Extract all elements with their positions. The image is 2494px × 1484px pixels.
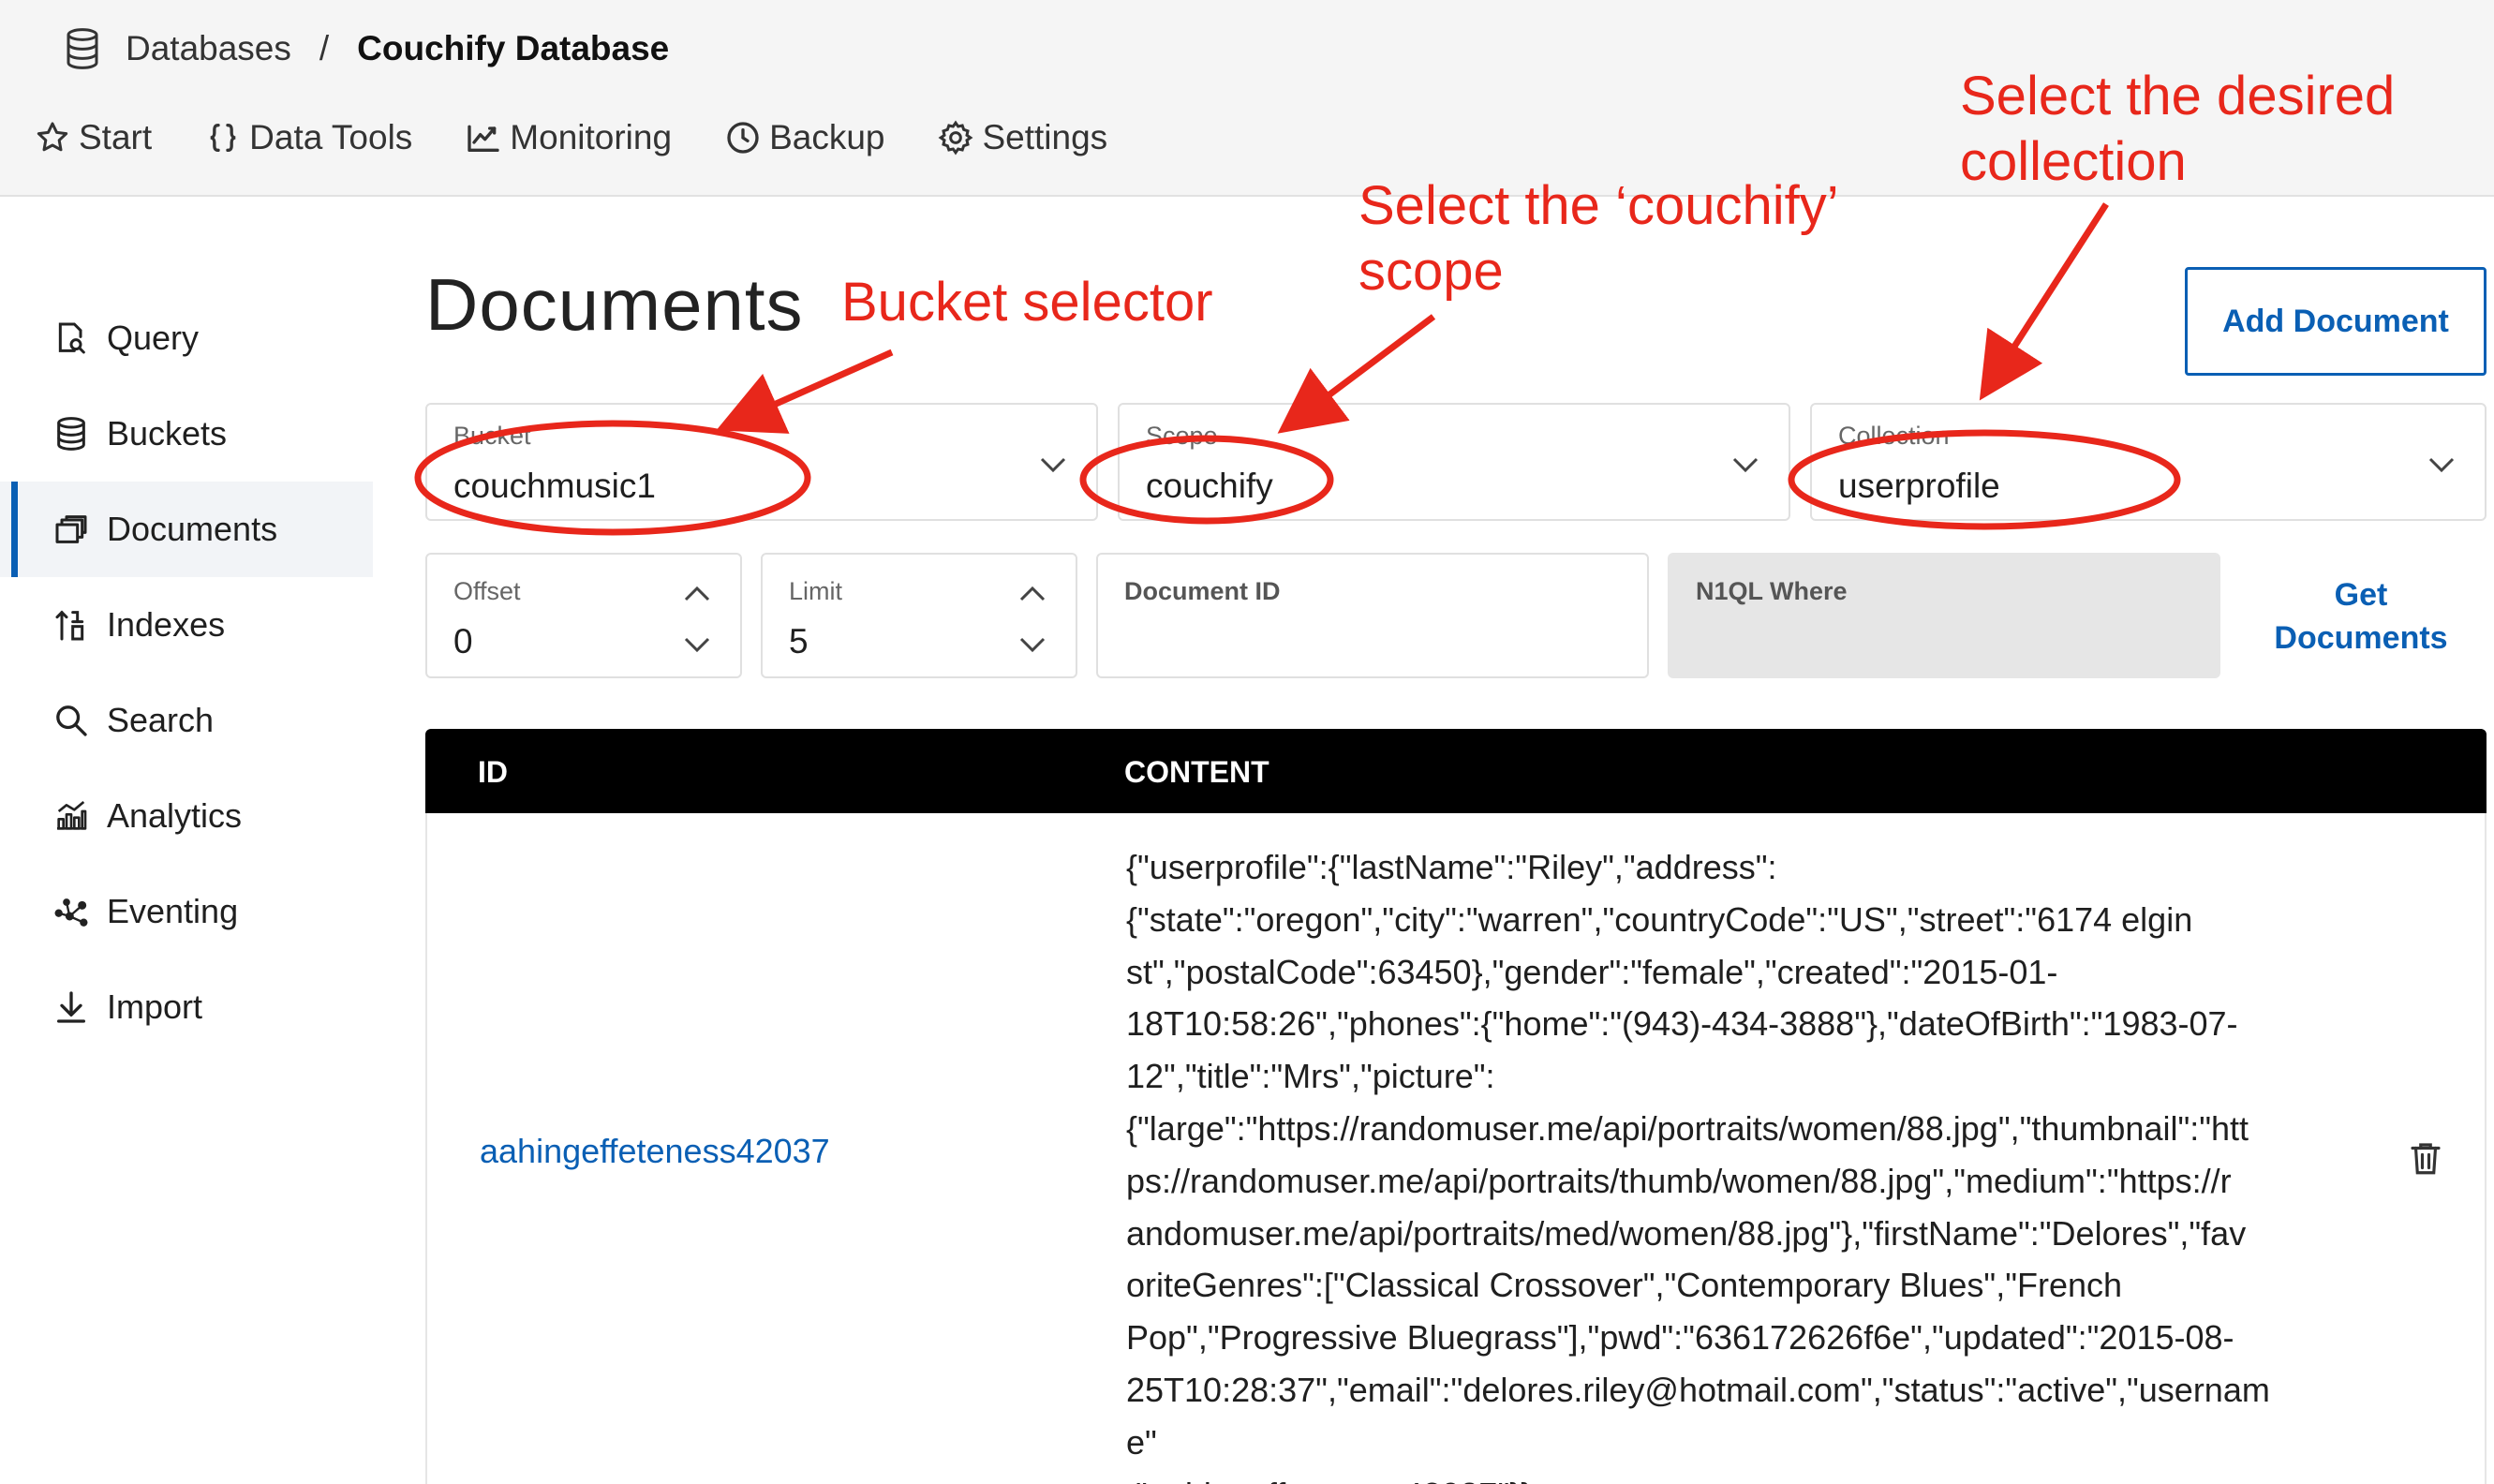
content-line: {"userprofile":{"lastName":"Riley","addr… xyxy=(1126,848,1777,886)
sort-index-icon xyxy=(55,610,84,641)
breadcrumb-databases[interactable]: Databases xyxy=(126,29,291,68)
tab-start-label: Start xyxy=(79,118,153,156)
search-icon xyxy=(56,705,87,736)
tab-settings-label: Settings xyxy=(982,118,1108,156)
breadcrumb-separator: / xyxy=(319,29,330,67)
annotation-collection: Select the desired collection xyxy=(1960,66,2396,192)
sidebar-item-label: Buckets xyxy=(107,414,228,453)
content-line: ps://randomuser.me/api/portraits/thumb/w… xyxy=(1126,1161,2232,1200)
limit-stepper[interactable]: Limit 5 xyxy=(761,553,1077,678)
n1ql-where-label: N1QL Where xyxy=(1696,577,1848,605)
offset-stepper[interactable]: Offset 0 xyxy=(425,553,742,678)
get-documents-button[interactable]: Get Documents xyxy=(2267,573,2455,660)
sidebar-item-label: Indexes xyxy=(107,605,226,644)
table-row: aahingeffeteness42037 {"userprofile":{"l… xyxy=(425,813,2487,1484)
query-icon xyxy=(58,322,85,354)
annotation-bucket-selector: Bucket selector xyxy=(841,272,1213,333)
document-id-link[interactable]: aahingeffeteness42037 xyxy=(480,1132,830,1171)
braces-icon xyxy=(210,124,236,152)
add-document-button[interactable]: Add Document xyxy=(2185,267,2487,376)
document-id-field[interactable]: Document ID xyxy=(1096,553,1649,678)
download-icon xyxy=(57,991,86,1023)
top-tabs: Start Data Tools Monitoring Backup Setti… xyxy=(34,118,1160,157)
sidebar-item-label: Eventing xyxy=(107,892,239,930)
eventing-icon xyxy=(54,898,88,927)
tab-monitoring-label: Monitoring xyxy=(510,118,673,156)
content-line: andomuser.me/api/portraits/med/women/88.… xyxy=(1126,1213,2247,1253)
tab-data-tools[interactable]: Data Tools xyxy=(204,118,412,157)
tab-backup[interactable]: Backup xyxy=(724,118,884,157)
sidebar-item-label: Documents xyxy=(107,510,278,548)
tab-settings[interactable]: Settings xyxy=(937,118,1107,157)
bucket-select-label: Bucket xyxy=(453,422,531,450)
n1ql-where-field: N1QL Where xyxy=(1668,553,2220,678)
trash-icon[interactable] xyxy=(2406,1137,2445,1179)
chevron-up-icon[interactable] xyxy=(680,577,714,611)
limit-value: 5 xyxy=(789,622,809,660)
database-icon xyxy=(67,28,98,69)
gear-icon xyxy=(939,120,973,156)
breadcrumb: Databases / Couchify Database xyxy=(64,22,669,75)
sidebar-item-search[interactable]: Search xyxy=(0,673,373,768)
sidebar-item-label: Analytics xyxy=(107,796,243,835)
content-line: {"large":"https://randomuser.me/api/port… xyxy=(1126,1108,2249,1148)
sidebar-item-analytics[interactable]: Analytics xyxy=(0,768,373,864)
tab-start[interactable]: Start xyxy=(34,118,152,157)
collection-select-label: Collection xyxy=(1838,422,1950,450)
offset-value: 0 xyxy=(453,622,473,660)
limit-label: Limit xyxy=(789,577,843,605)
document-content: {"userprofile":{"lastName":"Riley","addr… xyxy=(1126,841,2297,1484)
sidebar: Query Buckets Documents Indexes Search A… xyxy=(0,290,373,1055)
column-header-content: CONTENT xyxy=(1124,755,1269,789)
analytics-icon xyxy=(57,800,87,830)
tab-data-tools-label: Data Tools xyxy=(249,118,413,156)
chevron-down-icon xyxy=(1732,457,1759,473)
documents-icon xyxy=(55,515,87,543)
bucket-select[interactable]: Bucket couchmusic1 xyxy=(425,403,1098,521)
sidebar-item-documents[interactable]: Documents xyxy=(0,482,373,577)
collection-select[interactable]: Collection userprofile xyxy=(1810,403,2487,521)
clock-icon xyxy=(727,122,759,154)
scope-select-value: couchify xyxy=(1146,467,1273,505)
tab-monitoring[interactable]: Monitoring xyxy=(465,118,672,157)
content-line: 25T10:28:37","email":"delores.riley@hotm… xyxy=(1126,1370,2270,1462)
documents-table-header: ID CONTENT xyxy=(425,729,2487,813)
bucket-select-value: couchmusic1 xyxy=(453,467,656,505)
scope-select[interactable]: Scope couchify xyxy=(1118,403,1790,521)
chevron-down-icon[interactable] xyxy=(1016,628,1049,661)
page-title: Documents xyxy=(425,263,804,346)
chevron-down-icon[interactable] xyxy=(680,628,714,661)
document-id-label: Document ID xyxy=(1124,577,1281,605)
column-header-id: ID xyxy=(478,755,508,789)
sidebar-item-buckets[interactable]: Buckets xyxy=(0,386,373,482)
chart-line-icon xyxy=(468,125,499,152)
sidebar-item-import[interactable]: Import xyxy=(0,959,373,1055)
chevron-down-icon xyxy=(1040,457,1066,473)
sidebar-item-label: Import xyxy=(107,987,203,1026)
content-line: oriteGenres":["Classical Crossover","Con… xyxy=(1126,1266,2123,1305)
chevron-down-icon xyxy=(2428,457,2455,473)
star-icon xyxy=(37,122,68,152)
database-icon xyxy=(57,417,85,451)
breadcrumb-current: Couchify Database xyxy=(357,29,670,67)
sidebar-item-eventing[interactable]: Eventing xyxy=(0,864,373,959)
annotation-arrow-collection xyxy=(1979,202,2109,401)
sidebar-item-query[interactable]: Query xyxy=(0,290,373,386)
chevron-up-icon[interactable] xyxy=(1016,577,1049,611)
content-line: Pop","Progressive Bluegrass"],"pwd":"636… xyxy=(1126,1318,2234,1358)
content-line: 12","title":"Mrs","picture": xyxy=(1126,1057,1495,1096)
collection-select-value: userprofile xyxy=(1838,467,2000,505)
get-documents-label: Get Documents xyxy=(2274,577,2448,656)
scope-select-label: Scope xyxy=(1146,422,1218,450)
content-line: st","postalCode":63450},"gender":"female… xyxy=(1126,952,2058,991)
sidebar-item-label: Query xyxy=(107,319,200,357)
offset-label: Offset xyxy=(453,577,521,605)
sidebar-item-label: Search xyxy=(107,701,215,739)
content-line: 18T10:58:26","phones":{"home":"(943)-434… xyxy=(1126,1004,2238,1044)
annotation-scope: Select the ‘couchify’ scope xyxy=(1358,175,1839,302)
sidebar-item-indexes[interactable]: Indexes xyxy=(0,577,373,673)
tab-backup-label: Backup xyxy=(769,118,885,156)
content-line: :"aahingeffeteness42037"}} xyxy=(1126,1469,2297,1484)
content-line: {"state":"oregon","city":"warren","count… xyxy=(1126,899,2193,939)
